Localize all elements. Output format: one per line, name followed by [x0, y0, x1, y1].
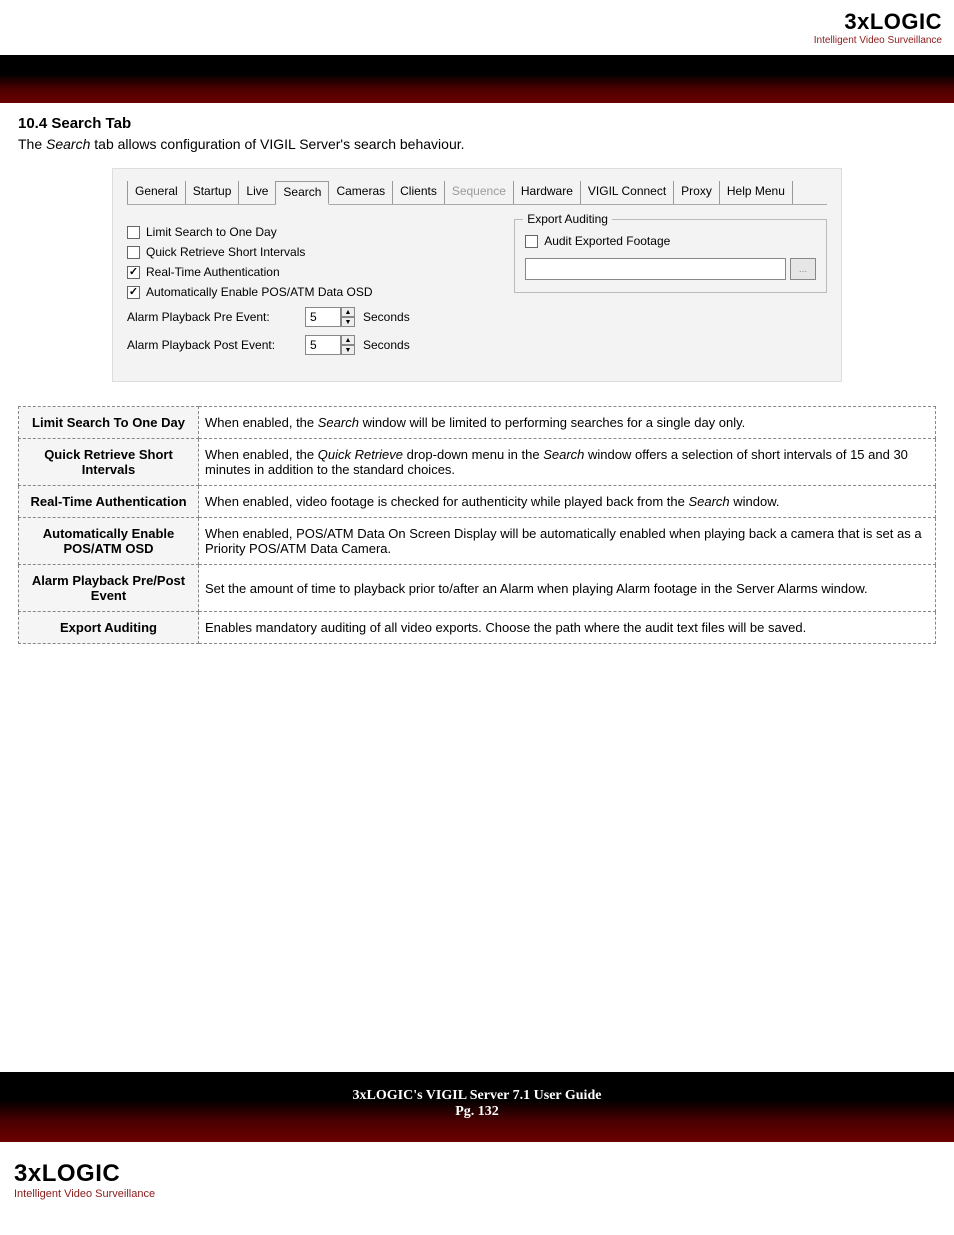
checkbox-auto-pos-osd[interactable]: [127, 286, 140, 299]
tab-vigil-connect[interactable]: VIGIL Connect: [581, 181, 674, 204]
tab-strip: General Startup Live Search Cameras Clie…: [127, 181, 827, 205]
row-alarm-pre-event: Alarm Playback Pre Event: ▲ ▼ Seconds: [127, 307, 494, 327]
checkbox-quick-retrieve[interactable]: [127, 246, 140, 259]
spinner-up-icon[interactable]: ▲: [341, 307, 355, 317]
section-title: 10.4 Search Tab: [18, 115, 936, 132]
definition-term: Automatically Enable POS/ATM OSD: [19, 518, 199, 565]
settings-right-column: Export Auditing Audit Exported Footage .…: [514, 219, 827, 363]
definition-desc: When enabled, the Quick Retrieve drop-do…: [199, 439, 936, 486]
brand-name-bottom: 3xLOGIC: [14, 1160, 155, 1188]
label-audit-exported: Audit Exported Footage: [544, 234, 670, 248]
definition-term: Quick Retrieve Short Intervals: [19, 439, 199, 486]
definition-desc: When enabled, the Search window will be …: [199, 407, 936, 439]
definition-desc: Enables mandatory auditing of all video …: [199, 612, 936, 644]
label-quick-retrieve: Quick Retrieve Short Intervals: [146, 245, 305, 259]
label-realtime-auth: Real-Time Authentication: [146, 265, 280, 279]
label-auto-pos-osd: Automatically Enable POS/ATM Data OSD: [146, 285, 373, 299]
definition-term: Limit Search To One Day: [19, 407, 199, 439]
row-realtime-auth: Real-Time Authentication: [127, 265, 494, 279]
brand-tagline: Intelligent Video Surveillance: [814, 35, 942, 46]
page-header: 3xLOGIC Intelligent Video Surveillance: [0, 0, 954, 55]
table-row: Real-Time AuthenticationWhen enabled, vi…: [19, 486, 936, 518]
footer-page: Pg. 132: [0, 1104, 954, 1120]
brand-name: 3xLOGIC: [814, 9, 942, 35]
tab-hardware[interactable]: Hardware: [514, 181, 581, 204]
tab-cameras[interactable]: Cameras: [329, 181, 393, 204]
section-description: The Search tab allows configuration of V…: [18, 136, 936, 152]
table-row: Alarm Playback Pre/Post EventSet the amo…: [19, 565, 936, 612]
spinner-down-icon[interactable]: ▼: [341, 317, 355, 327]
definition-desc: When enabled, video footage is checked f…: [199, 486, 936, 518]
definitions-table: Limit Search To One DayWhen enabled, the…: [18, 406, 936, 644]
tab-general[interactable]: General: [127, 181, 186, 204]
table-row: Export AuditingEnables mandatory auditin…: [19, 612, 936, 644]
page-footer-bar: 3xLOGIC's VIGIL Server 7.1 User Guide Pg…: [0, 1072, 954, 1142]
checkbox-audit-exported[interactable]: [525, 235, 538, 248]
tab-sequence: Sequence: [445, 181, 514, 204]
tab-proxy[interactable]: Proxy: [674, 181, 720, 204]
row-audit-exported: Audit Exported Footage: [525, 234, 816, 248]
input-alarm-pre-event[interactable]: [305, 307, 341, 327]
brand-tagline-bottom: Intelligent Video Surveillance: [14, 1188, 155, 1200]
spinner-down-icon[interactable]: ▼: [341, 345, 355, 355]
row-alarm-post-event: Alarm Playback Post Event: ▲ ▼ Seconds: [127, 335, 494, 355]
tab-live[interactable]: Live: [239, 181, 276, 204]
table-row: Limit Search To One DayWhen enabled, the…: [19, 407, 936, 439]
definition-desc: When enabled, POS/ATM Data On Screen Dis…: [199, 518, 936, 565]
spinner-alarm-pre-event: ▲ ▼: [305, 307, 355, 327]
fieldset-export-auditing: Export Auditing Audit Exported Footage .…: [514, 219, 827, 293]
checkbox-limit-one-day[interactable]: [127, 226, 140, 239]
legend-export-auditing: Export Auditing: [523, 212, 612, 226]
brand-logo-top: 3xLOGIC Intelligent Video Surveillance: [814, 9, 942, 46]
row-quick-retrieve: Quick Retrieve Short Intervals: [127, 245, 494, 259]
label-alarm-post-event: Alarm Playback Post Event:: [127, 338, 297, 352]
input-audit-path[interactable]: [525, 258, 786, 280]
definition-term: Alarm Playback Pre/Post Event: [19, 565, 199, 612]
brand-logo-bottom: 3xLOGIC Intelligent Video Surveillance: [14, 1160, 155, 1200]
input-alarm-post-event[interactable]: [305, 335, 341, 355]
footer-title: 3xLOGIC's VIGIL Server 7.1 User Guide: [0, 1088, 954, 1104]
settings-left-column: Limit Search to One Day Quick Retrieve S…: [127, 219, 494, 363]
row-auto-pos-osd: Automatically Enable POS/ATM Data OSD: [127, 285, 494, 299]
tab-help-menu[interactable]: Help Menu: [720, 181, 793, 204]
label-limit-one-day: Limit Search to One Day: [146, 225, 277, 239]
page-content: 10.4 Search Tab The Search tab allows co…: [0, 103, 954, 644]
unit-alarm-post-event: Seconds: [363, 338, 410, 352]
definition-term: Real-Time Authentication: [19, 486, 199, 518]
spinner-up-icon[interactable]: ▲: [341, 335, 355, 345]
definition-term: Export Auditing: [19, 612, 199, 644]
header-gradient-bar: [0, 55, 954, 103]
unit-alarm-pre-event: Seconds: [363, 310, 410, 324]
definition-desc: Set the amount of time to playback prior…: [199, 565, 936, 612]
spinner-alarm-post-event: ▲ ▼: [305, 335, 355, 355]
table-row: Automatically Enable POS/ATM OSDWhen ena…: [19, 518, 936, 565]
row-limit-one-day: Limit Search to One Day: [127, 225, 494, 239]
settings-dialog-screenshot: General Startup Live Search Cameras Clie…: [112, 168, 842, 382]
tab-clients[interactable]: Clients: [393, 181, 445, 204]
table-row: Quick Retrieve Short IntervalsWhen enabl…: [19, 439, 936, 486]
checkbox-realtime-auth[interactable]: [127, 266, 140, 279]
browse-button[interactable]: ...: [790, 258, 816, 280]
row-audit-path: ...: [525, 258, 816, 280]
label-alarm-pre-event: Alarm Playback Pre Event:: [127, 310, 297, 324]
tab-startup[interactable]: Startup: [186, 181, 240, 204]
settings-panel-body: Limit Search to One Day Quick Retrieve S…: [127, 219, 827, 363]
tab-search[interactable]: Search: [276, 181, 329, 205]
